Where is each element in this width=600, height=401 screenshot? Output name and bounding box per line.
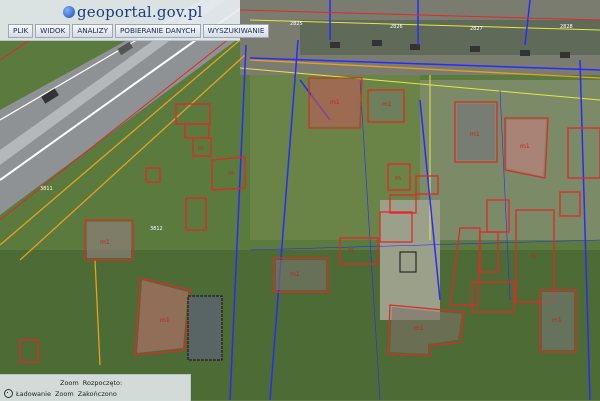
menu-item-wyszukiwanie[interactable]: WYSZUKIWANIE xyxy=(202,24,270,38)
logo[interactable]: geoportal.gov.pl xyxy=(63,2,203,22)
menu-item-plik[interactable]: PLIK xyxy=(8,24,34,38)
svg-text:m1: m1 xyxy=(382,101,392,108)
driveway-area xyxy=(380,200,440,320)
start-label: Rozpoczęto: xyxy=(82,378,123,387)
zoom-label-2: Zoom xyxy=(54,389,74,398)
zoom-label: Zoom xyxy=(60,378,79,387)
svg-text:2827: 2827 xyxy=(470,26,483,32)
logo-main: geoportal xyxy=(77,3,152,21)
svg-text:2828: 2828 xyxy=(560,24,573,30)
end-label: Zakończono xyxy=(77,389,117,398)
svg-text:m: m xyxy=(198,145,204,152)
status-row-zoom: Zoom Rozpoczęto: xyxy=(4,377,126,388)
app-header: geoportal.gov.pl PLIK WIDOK ANALIZY POBI… xyxy=(0,0,270,41)
svg-text:m1: m1 xyxy=(520,143,530,150)
svg-text:m1: m1 xyxy=(552,317,562,324)
svg-text:m: m xyxy=(530,253,536,260)
map-canvas[interactable]: m m m1 m1 m1 m1 m m1 m1 m1 m1 m m1 m 282… xyxy=(0,0,600,400)
svg-text:m: m xyxy=(395,175,401,182)
menu-item-widok[interactable]: WIDOK xyxy=(35,24,71,38)
svg-text:m1: m1 xyxy=(330,99,340,106)
menu-item-pobieranie-danych[interactable]: POBIERANIE DANYCH xyxy=(114,24,201,38)
svg-text:3811: 3811 xyxy=(40,186,53,192)
logo-domain: .gov.pl xyxy=(151,3,203,21)
svg-text:2825: 2825 xyxy=(290,21,303,27)
svg-text:m1: m1 xyxy=(470,131,480,138)
svg-text:2826: 2826 xyxy=(390,24,403,30)
svg-text:m: m xyxy=(228,170,234,177)
svg-text:m1: m1 xyxy=(414,325,424,332)
menu-item-analizy[interactable]: ANALIZY xyxy=(72,24,113,38)
menu-bar: PLIK WIDOK ANALIZY POBIERANIE DANYCH WYS… xyxy=(8,24,271,38)
globe-icon xyxy=(63,6,75,18)
svg-text:m1: m1 xyxy=(160,317,170,324)
svg-text:3812: 3812 xyxy=(150,226,163,232)
target-icon xyxy=(4,389,13,398)
svg-text:m1: m1 xyxy=(100,239,110,246)
loading-label: Ładowanie xyxy=(16,389,51,398)
svg-text:m1: m1 xyxy=(290,271,300,278)
status-bar: Zoom Rozpoczęto: Ładowanie Zoom Zakończo… xyxy=(0,374,191,401)
svg-text:m: m xyxy=(348,247,354,254)
status-row-loading: Ładowanie Zoom Zakończono xyxy=(4,388,121,399)
